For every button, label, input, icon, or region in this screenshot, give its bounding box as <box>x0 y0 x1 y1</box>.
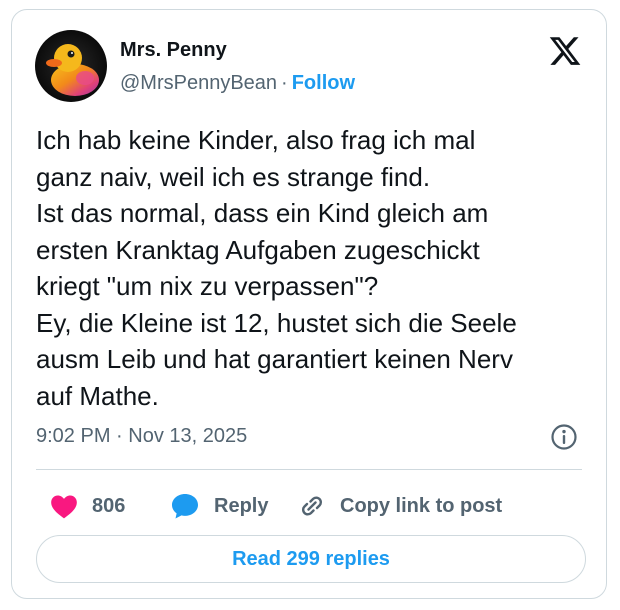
separator-dot: · <box>281 72 288 94</box>
avatar[interactable] <box>35 30 107 102</box>
post-text: Ich hab keine Kinder, also frag ich mal … <box>36 125 517 411</box>
author-name[interactable]: Mrs. Penny <box>120 39 227 62</box>
copy-link-label: Copy link to post <box>340 494 503 517</box>
link-icon <box>302 496 322 516</box>
follow-button[interactable]: Follow <box>292 72 355 94</box>
action-bar: 806 Reply Copy link to post <box>36 490 592 522</box>
copy-link-button[interactable]: Copy link to post <box>298 490 502 522</box>
read-replies-button[interactable]: Read 299 replies <box>36 535 586 583</box>
post-timestamp[interactable]: 9:02 PM · Nov 13, 2025 <box>36 425 247 448</box>
heart-icon <box>51 495 77 519</box>
post-card: Mrs. Penny @MrsPennyBean · Follow Ich hab … <box>11 9 607 599</box>
info-icon[interactable] <box>550 423 578 451</box>
speech-bubble-icon <box>172 494 198 519</box>
like-count: 806 <box>92 494 126 517</box>
x-logo-icon[interactable] <box>548 34 582 68</box>
author-handle[interactable]: @MrsPennyBean <box>120 72 277 94</box>
read-replies-label: Read 299 replies <box>232 547 390 570</box>
author-handle-row: @MrsPennyBean · Follow <box>120 72 355 95</box>
divider <box>36 469 582 470</box>
like-button[interactable]: 806 <box>50 490 125 522</box>
reply-label: Reply <box>214 494 269 517</box>
reply-button[interactable]: Reply <box>170 490 268 522</box>
